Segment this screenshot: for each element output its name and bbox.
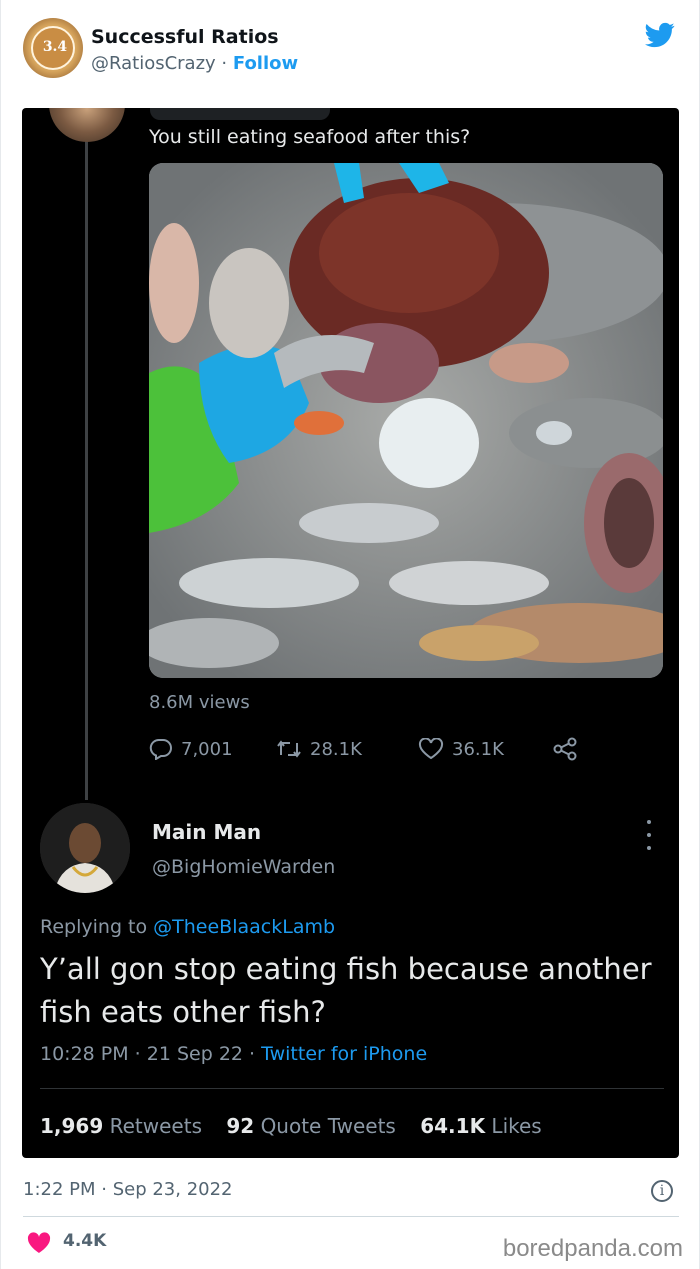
account-handle-row: @RatiosCrazy · Follow (91, 53, 298, 74)
thread-line (85, 138, 88, 800)
seafood-photo (149, 163, 663, 678)
info-icon[interactable]: i (651, 1180, 673, 1202)
embedded-tweet: 3.4 Successful Ratios @RatiosCrazy · Fol… (0, 0, 700, 1269)
tweet-screenshot: You still eating seafood after this? 8.6… (22, 108, 679, 1158)
reply-author-name[interactable]: Main Man (152, 820, 261, 844)
avatar[interactable]: 3.4 (23, 18, 83, 78)
like-count: 36.1K (452, 738, 504, 760)
quotes-count: 92 (226, 1114, 255, 1138)
divider (40, 1088, 664, 1089)
retweets-count: 1,969 (40, 1114, 104, 1138)
reply-author-handle[interactable]: @BigHomieWarden (152, 856, 335, 878)
replying-prefix: Replying to (40, 916, 154, 938)
reply-timestamp[interactable]: 10:28 PM · 21 Sep 22 · (40, 1043, 261, 1065)
heart-icon[interactable] (27, 1232, 51, 1254)
replying-to-link[interactable]: @TheeBlaackLamb (153, 916, 335, 938)
retweet-action[interactable]: 28.1K (276, 734, 362, 764)
likes-stat[interactable]: 64.1K Likes (420, 1114, 542, 1138)
avatar-text: 3.4 (42, 39, 68, 55)
retweet-icon (277, 740, 301, 758)
reply-tweet-text: Y’all gon stop eating fish because anoth… (40, 952, 652, 1029)
views-count: 8.6M views (149, 692, 250, 713)
retweet-count: 28.1K (310, 738, 362, 760)
embed-like-count: 4.4K (63, 1231, 107, 1251)
cropped-element (150, 108, 330, 120)
like-action[interactable]: 36.1K (418, 734, 504, 764)
more-icon[interactable] (639, 820, 659, 850)
footer-divider (23, 1216, 679, 1217)
follow-link[interactable]: Follow (233, 53, 298, 74)
reply-count: 7,001 (181, 738, 233, 760)
reply-avatar[interactable] (40, 803, 130, 893)
reply-action[interactable]: 7,001 (149, 734, 233, 764)
account-handle[interactable]: @RatiosCrazy (91, 53, 216, 74)
quotes-label: Quote Tweets (260, 1114, 396, 1138)
quotes-stat[interactable]: 92 Quote Tweets (226, 1114, 396, 1138)
retweets-label: Retweets (109, 1114, 202, 1138)
reply-icon (149, 738, 172, 760)
avatar-badge: 3.4 (31, 26, 75, 70)
reply-tweet-meta: 10:28 PM · 21 Sep 22 · Twitter for iPhon… (40, 1043, 427, 1065)
video-thumbnail[interactable] (149, 163, 663, 678)
share-action[interactable] (552, 734, 586, 764)
replying-to: Replying to @TheeBlaackLamb (40, 916, 335, 938)
like-icon (418, 738, 444, 760)
tweet-header: 3.4 Successful Ratios @RatiosCrazy · Fol… (23, 16, 683, 80)
avatar-photo (40, 803, 130, 893)
quoted-tweet-text: You still eating seafood after this? (149, 126, 471, 148)
watermark: boredpanda.com (502, 1235, 683, 1262)
likes-count: 64.1K (420, 1114, 486, 1138)
twitter-bird-icon[interactable] (643, 20, 677, 50)
engagement-stats: 1,969 Retweets 92 Quote Tweets 64.1K Lik… (40, 1114, 542, 1138)
account-name[interactable]: Successful Ratios (91, 26, 279, 48)
share-icon (553, 737, 577, 761)
likes-label: Likes (491, 1114, 542, 1138)
handle-separator: · (215, 53, 233, 74)
quoted-avatar[interactable] (49, 108, 125, 142)
retweets-stat[interactable]: 1,969 Retweets (40, 1114, 202, 1138)
tweet-source[interactable]: Twitter for iPhone (261, 1043, 427, 1065)
embed-timestamp[interactable]: 1:22 PM · Sep 23, 2022 (23, 1179, 233, 1200)
